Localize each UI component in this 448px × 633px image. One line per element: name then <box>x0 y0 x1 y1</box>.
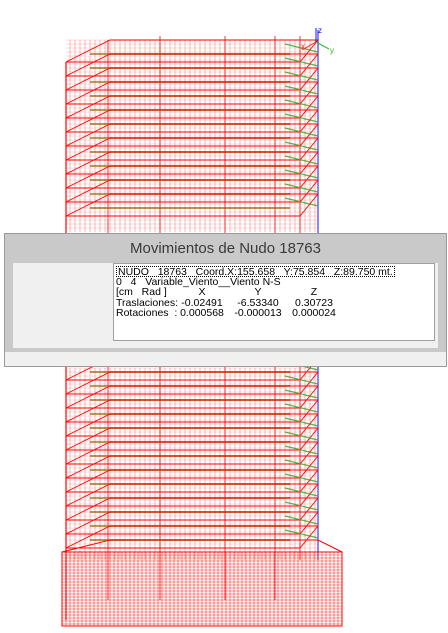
column-x-header: X <box>198 286 206 298</box>
x-axis-label: x <box>301 42 305 51</box>
rotation-x: 0.000568 <box>180 307 224 319</box>
node-header-row: NUDO 18763 Coord.X:155.658 Y:75.854 Z:89… <box>116 266 432 277</box>
node-id: 18763 <box>157 266 187 278</box>
units-label: [cm Rad ] <box>116 286 167 298</box>
dialog-client-area: NUDO 18763 Coord.X:155.658 Y:75.854 Z:89… <box>13 263 438 348</box>
node-movements-dialog: Movimientos de Nudo 18763 NUDO 18763 Coo… <box>4 233 447 367</box>
node-label: NUDO <box>118 266 149 278</box>
rotation-y: -0.000013 <box>234 307 282 319</box>
dialog-status-bar <box>5 352 446 366</box>
rotations-label: Rotaciones : <box>116 307 178 319</box>
column-y-header: Y <box>254 286 262 298</box>
node-header-box: NUDO 18763 Coord.X:155.658 Y:75.854 Z:89… <box>116 266 395 277</box>
y-axis-label: y <box>330 46 334 55</box>
node-coordinates: Coord.X:155.658 Y:75.854 Z:89.750 mt. <box>195 266 393 278</box>
node-info-panel: NUDO 18763 Coord.X:155.658 Y:75.854 Z:89… <box>113 263 435 341</box>
rotation-z: 0.000024 <box>292 307 336 319</box>
z-axis-label: z <box>318 26 322 35</box>
column-header-row: [cm Rad ] X Y Z <box>116 287 432 298</box>
column-z-header: Z <box>310 286 318 298</box>
dialog-title: Movimientos de Nudo 18763 <box>130 240 321 257</box>
rotations-row: Rotaciones : 0.000568 -0.000013 0.000024 <box>116 308 432 319</box>
